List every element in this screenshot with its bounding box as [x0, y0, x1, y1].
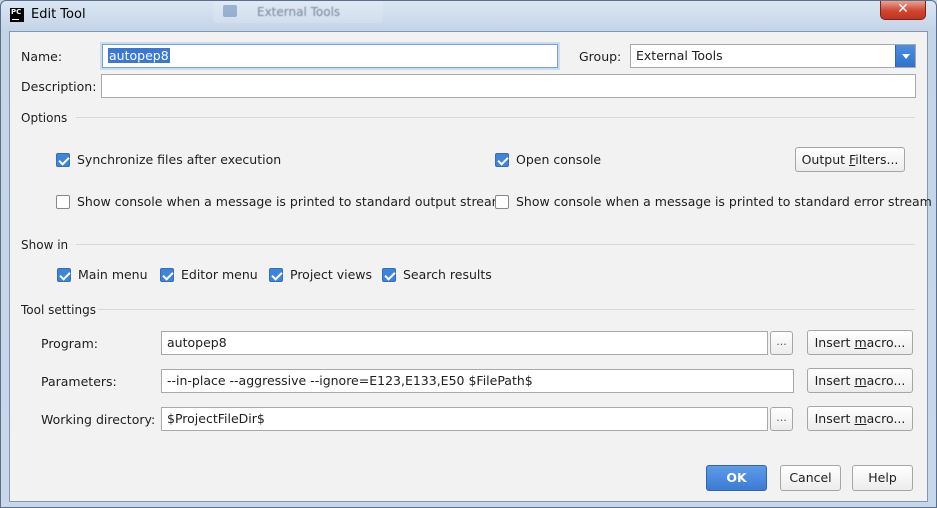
insert-macro-label-a: Insert [814, 373, 855, 388]
show-in-editor-menu-row[interactable]: Editor menu [160, 267, 258, 282]
working-directory-label: Working directory: [41, 412, 156, 427]
name-input-value: autopep8 [108, 48, 170, 63]
group-combobox[interactable]: External Tools [630, 44, 916, 68]
show-in-project-views-row[interactable]: Project views [269, 267, 372, 282]
editor-menu-label: Editor menu [181, 267, 258, 282]
editor-menu-checkbox[interactable] [160, 267, 174, 282]
background-window-title: External Tools [257, 5, 341, 19]
output-filters-label-b: ilters... [855, 152, 899, 167]
program-input-value: autopep8 [167, 335, 227, 350]
open-console-checkbox-row[interactable]: Open console [495, 152, 601, 167]
name-label: Name: [21, 49, 63, 64]
insert-macro-label-b: acro... [866, 335, 906, 350]
project-views-checkbox[interactable] [269, 267, 283, 282]
show-in-main-menu-row[interactable]: Main menu [57, 267, 148, 282]
options-section-title: Options [21, 111, 68, 125]
show-console-stderr-checkbox-row[interactable]: Show console when a message is printed t… [495, 194, 932, 209]
insert-macro-mnemonic: m [854, 373, 867, 388]
working-directory-browse-button[interactable]: ... [770, 407, 793, 431]
folder-icon [223, 5, 237, 17]
project-views-label: Project views [290, 267, 373, 282]
main-menu-checkbox[interactable] [57, 267, 71, 282]
window-title: Edit Tool [31, 7, 86, 22]
program-insert-macro-button[interactable]: Insert macro... [807, 330, 913, 355]
name-input[interactable]: autopep8 [102, 44, 558, 68]
pycharm-app-icon: PC [10, 8, 24, 22]
output-filters-button[interactable]: Output Filters... [795, 147, 905, 172]
program-input[interactable]: autopep8 [161, 331, 768, 355]
help-button[interactable]: Help [852, 465, 913, 491]
cancel-button[interactable]: Cancel [780, 465, 841, 491]
dialog-content: Name: autopep8 Group: External Tools Des… [9, 31, 932, 502]
insert-macro-label-b: acro... [866, 373, 906, 388]
search-results-label: Search results [403, 267, 492, 282]
title-bar[interactable]: PC Edit Tool External Tools ✕ [1, 1, 936, 31]
open-console-label: Open console [516, 152, 602, 167]
show-in-search-results-row[interactable]: Search results [382, 267, 492, 282]
main-menu-label: Main menu [78, 267, 148, 282]
parameters-input[interactable]: --in-place --aggressive --ignore=E123,E1… [161, 369, 794, 393]
close-button[interactable]: ✕ [880, 1, 926, 20]
show-console-stderr-label: Show console when a message is printed t… [516, 194, 932, 209]
group-combobox-value: External Tools [636, 48, 723, 63]
insert-macro-label-b: acro... [866, 411, 906, 426]
tool-settings-section-title: Tool settings [21, 303, 96, 317]
description-input[interactable] [101, 74, 916, 98]
chevron-down-icon[interactable] [895, 45, 915, 67]
background-window-tab: External Tools [213, 1, 383, 23]
tool-settings-separator [98, 309, 915, 310]
parameters-label: Parameters: [41, 374, 117, 389]
sync-files-label: Synchronize files after execution [77, 152, 282, 167]
parameters-insert-macro-button[interactable]: Insert macro... [807, 368, 913, 393]
working-directory-input[interactable]: $ProjectFileDir$ [161, 407, 768, 431]
edit-tool-dialog: PC Edit Tool External Tools ✕ Name: auto… [0, 0, 937, 508]
working-directory-input-value: $ProjectFileDir$ [167, 411, 265, 426]
show-in-section-title: Show in [21, 238, 69, 252]
program-label: Program: [41, 336, 98, 351]
program-browse-button[interactable]: ... [770, 331, 793, 355]
show-console-stdout-checkbox-row[interactable]: Show console when a message is printed t… [56, 194, 504, 209]
insert-macro-mnemonic: m [854, 335, 867, 350]
open-console-checkbox[interactable] [495, 152, 509, 167]
options-separator [76, 117, 915, 118]
parameters-input-value: --in-place --aggressive --ignore=E123,E1… [167, 373, 533, 388]
sync-files-checkbox-row[interactable]: Synchronize files after execution [56, 152, 281, 167]
show-in-separator [76, 244, 915, 245]
group-label: Group: [579, 49, 622, 64]
show-console-stderr-checkbox[interactable] [495, 194, 509, 209]
insert-macro-label-a: Insert [814, 411, 855, 426]
insert-macro-mnemonic: m [854, 411, 867, 426]
working-directory-insert-macro-button[interactable]: Insert macro... [807, 406, 913, 431]
sync-files-checkbox[interactable] [56, 152, 70, 167]
show-console-stdout-checkbox[interactable] [56, 194, 70, 209]
ok-button[interactable]: OK [706, 465, 767, 491]
search-results-checkbox[interactable] [382, 267, 396, 282]
output-filters-label-a: Output [801, 152, 849, 167]
insert-macro-label-a: Insert [814, 335, 855, 350]
show-console-stdout-label: Show console when a message is printed t… [77, 194, 504, 209]
description-label: Description: [21, 79, 97, 94]
